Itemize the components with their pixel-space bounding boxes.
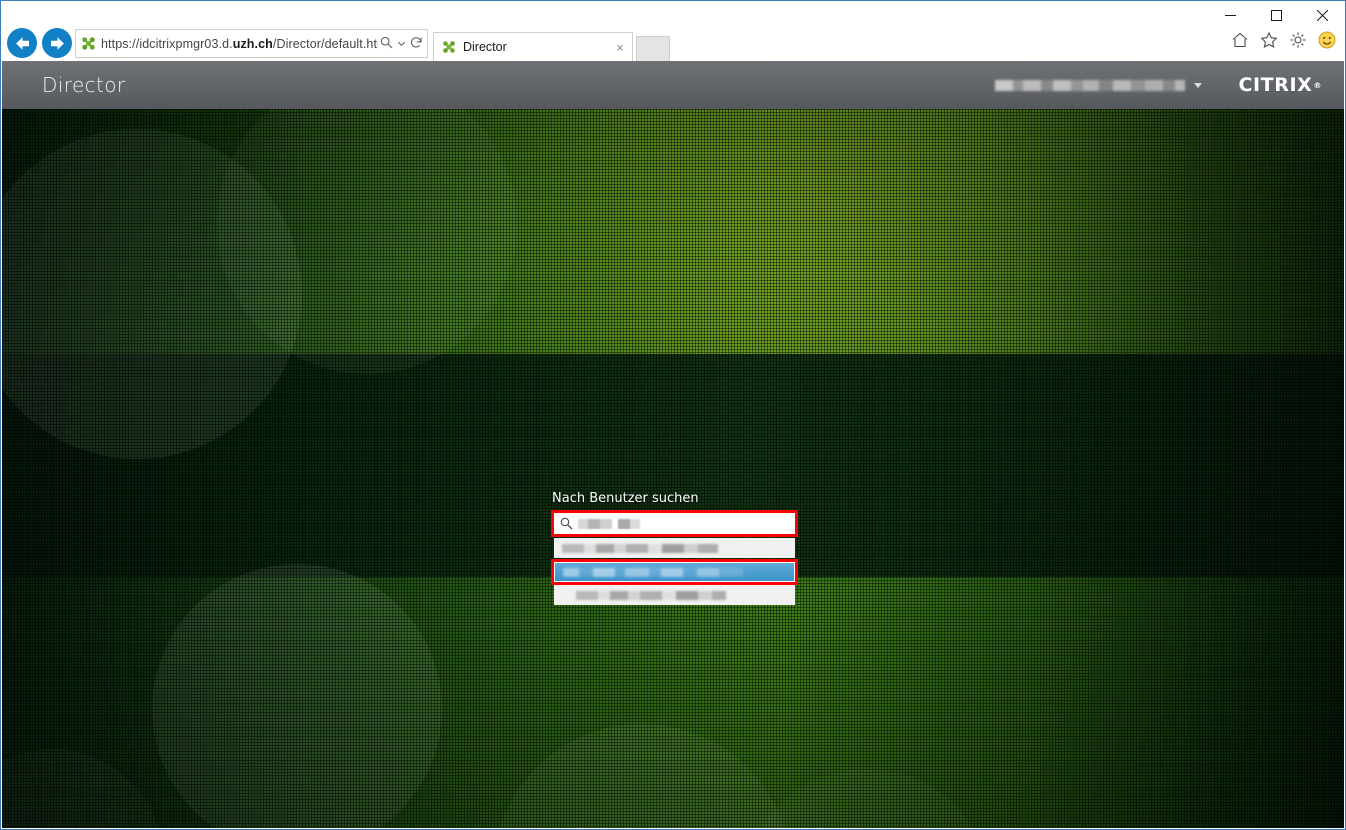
- user-search-widget: Nach Benutzer suchen: [551, 491, 801, 605]
- search-label: Nach Benutzer suchen: [552, 491, 699, 506]
- list-item[interactable]: [554, 538, 795, 558]
- header-right-group: CITRIX ®: [995, 74, 1344, 96]
- suggestion-text-redacted: [562, 543, 734, 553]
- citrix-favicon: [443, 41, 455, 53]
- director-page: Director CITRIX ® Nach Benutzer suchen: [2, 61, 1344, 828]
- list-item[interactable]: [554, 585, 795, 605]
- user-name-redacted: [995, 79, 1186, 91]
- address-bar-url: https://idcitrixpmgr03.d.uzh.ch/Director…: [101, 37, 378, 51]
- user-menu[interactable]: [995, 79, 1203, 91]
- search-icon[interactable]: [378, 36, 395, 51]
- back-button[interactable]: [7, 28, 37, 58]
- page-title: Director: [42, 73, 126, 97]
- settings-gear-icon[interactable]: [1288, 30, 1308, 50]
- citrix-wordmark: CITRIX: [1238, 74, 1313, 96]
- suggestion-text-redacted: [563, 567, 743, 577]
- browser-window: https://idcitrixpmgr03.d.uzh.ch/Director…: [0, 0, 1346, 830]
- trademark-symbol: ®: [1313, 80, 1322, 90]
- list-item-selected[interactable]: [554, 562, 795, 582]
- browser-chrome: https://idcitrixpmgr03.d.uzh.ch/Director…: [1, 1, 1345, 61]
- search-input[interactable]: [554, 513, 795, 534]
- suggestion-text-redacted: [576, 590, 726, 600]
- tab-director[interactable]: Director ×: [433, 32, 633, 61]
- annotation-box-search-input: [551, 510, 798, 537]
- tab-close-icon[interactable]: ×: [612, 41, 628, 54]
- search-icon: [560, 517, 573, 530]
- favorites-star-icon[interactable]: [1259, 30, 1279, 50]
- url-prefix: https://idcitrixpmgr03.d.: [101, 36, 233, 51]
- address-bar[interactable]: https://idcitrixpmgr03.d.uzh.ch/Director…: [75, 29, 428, 58]
- citrix-logo: CITRIX ®: [1238, 74, 1322, 96]
- url-domain: uzh.ch: [232, 36, 273, 51]
- chevron-down-icon[interactable]: [1194, 82, 1203, 88]
- citrix-favicon: [82, 37, 95, 50]
- browser-toolbar-icons: [1230, 30, 1337, 50]
- tab-strip: Director ×: [433, 28, 670, 61]
- url-suffix: /Director/default.htm: [272, 36, 378, 51]
- tab-title: Director: [463, 40, 507, 54]
- smiley-feedback-icon[interactable]: [1317, 30, 1337, 50]
- search-input-value-redacted: [578, 518, 640, 529]
- forward-button[interactable]: [42, 28, 72, 58]
- page-background: Nach Benutzer suchen: [2, 109, 1344, 828]
- home-icon[interactable]: [1230, 30, 1250, 50]
- refresh-icon[interactable]: [408, 36, 425, 51]
- new-tab-button[interactable]: [636, 36, 670, 61]
- navigation-row: https://idcitrixpmgr03.d.uzh.ch/Director…: [1, 25, 1345, 61]
- annotation-box-selected-suggestion: [551, 559, 798, 585]
- chevron-down-icon[interactable]: [395, 37, 408, 50]
- director-header: Director CITRIX ®: [2, 61, 1344, 109]
